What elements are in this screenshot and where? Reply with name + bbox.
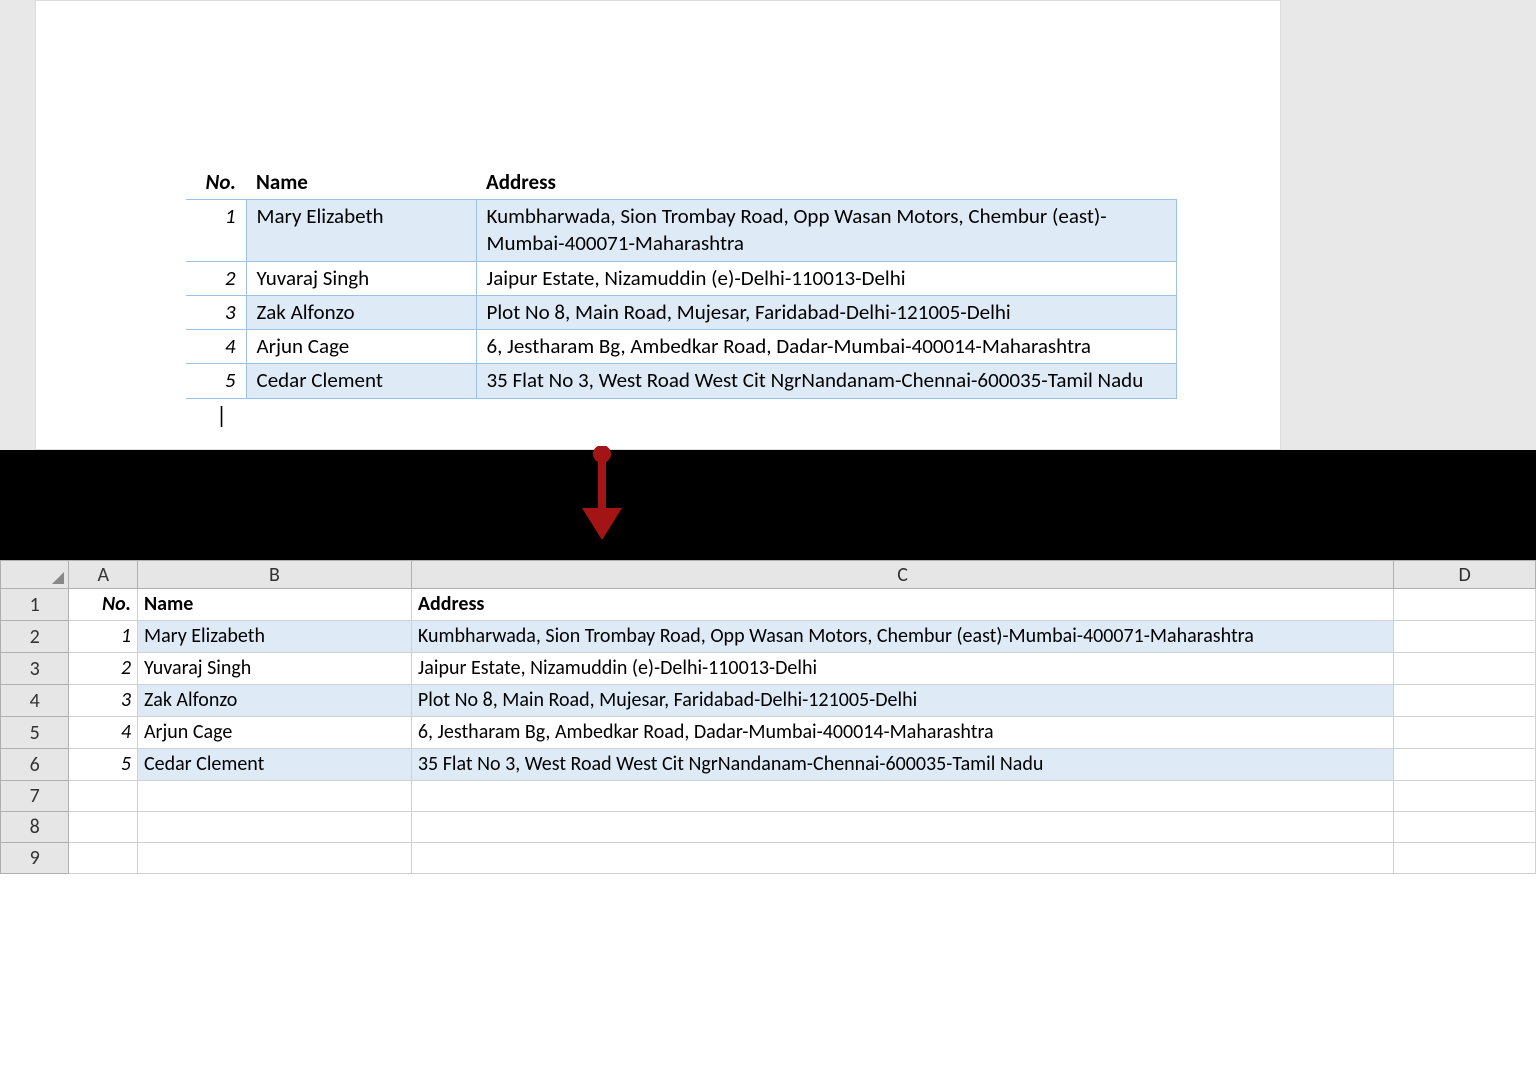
column-header-a[interactable]: A — [69, 561, 137, 589]
excel-cell-header-no[interactable]: No. — [69, 589, 137, 621]
row-header[interactable]: 4 — [1, 685, 69, 717]
excel-cell-header-address[interactable]: Address — [411, 589, 1393, 621]
word-cell-no: 4 — [186, 330, 246, 364]
table-row: 8 — [1, 812, 1536, 843]
word-cell-no: 1 — [186, 200, 246, 262]
column-header-b[interactable]: B — [137, 561, 411, 589]
excel-cell[interactable] — [137, 843, 411, 874]
excel-cell[interactable] — [1394, 653, 1536, 685]
excel-cell[interactable] — [69, 843, 137, 874]
row-header[interactable]: 3 — [1, 653, 69, 685]
word-cell-address: Kumbharwada, Sion Trombay Road, Opp Wasa… — [476, 200, 1176, 262]
word-cell-address: 6, Jestharam Bg, Ambedkar Road, Dadar-Mu… — [476, 330, 1176, 364]
excel-cell-address[interactable]: Kumbharwada, Sion Trombay Road, Opp Wasa… — [411, 621, 1393, 653]
word-cell-address: Jaipur Estate, Nizamuddin (e)-Delhi-1100… — [476, 261, 1176, 295]
excel-cell-no[interactable]: 4 — [69, 717, 137, 749]
excel-cell-name[interactable]: Yuvaraj Singh — [137, 653, 411, 685]
excel-grid[interactable]: A B C D 1 No. Name Address 2 1 Mary Eliz… — [0, 560, 1536, 874]
word-cell-name: Cedar Clement — [246, 364, 476, 398]
excel-cell-header-name[interactable]: Name — [137, 589, 411, 621]
text-cursor: | — [216, 401, 227, 430]
excel-cell[interactable] — [1394, 749, 1536, 781]
table-row: 4 3 Zak Alfonzo Plot No 8, Main Road, Mu… — [1, 685, 1536, 717]
table-row: 5 4 Arjun Cage 6, Jestharam Bg, Ambedkar… — [1, 717, 1536, 749]
excel-cell[interactable] — [411, 812, 1393, 843]
table-row: 7 — [1, 781, 1536, 812]
excel-cell-name[interactable]: Cedar Clement — [137, 749, 411, 781]
table-row: 2 Yuvaraj Singh Jaipur Estate, Nizamuddi… — [186, 261, 1176, 295]
excel-cell[interactable] — [1394, 589, 1536, 621]
row-header[interactable]: 2 — [1, 621, 69, 653]
word-cell-name: Mary Elizabeth — [246, 200, 476, 262]
excel-cell-no[interactable]: 1 — [69, 621, 137, 653]
row-header[interactable]: 1 — [1, 589, 69, 621]
word-cell-address: Plot No 8, Main Road, Mujesar, Faridabad… — [476, 295, 1176, 329]
word-cell-name: Yuvaraj Singh — [246, 261, 476, 295]
excel-cell-address[interactable]: Plot No 8, Main Road, Mujesar, Faridabad… — [411, 685, 1393, 717]
excel-cell[interactable] — [1394, 843, 1536, 874]
excel-cell[interactable] — [69, 812, 137, 843]
select-all-corner[interactable] — [1, 561, 69, 589]
excel-cell-no[interactable]: 5 — [69, 749, 137, 781]
excel-cell[interactable] — [1394, 812, 1536, 843]
excel-cell[interactable] — [1394, 781, 1536, 812]
word-cell-name: Zak Alfonzo — [246, 295, 476, 329]
excel-cell-name[interactable]: Arjun Cage — [137, 717, 411, 749]
excel-cell[interactable] — [137, 781, 411, 812]
table-row: 3 Zak Alfonzo Plot No 8, Main Road, Muje… — [186, 295, 1176, 329]
table-row: 5 Cedar Clement 35 Flat No 3, West Road … — [186, 364, 1176, 398]
table-row: 1 No. Name Address — [1, 589, 1536, 621]
table-row: 2 1 Mary Elizabeth Kumbharwada, Sion Tro… — [1, 621, 1536, 653]
excel-cell[interactable] — [411, 781, 1393, 812]
excel-cell-address[interactable]: 6, Jestharam Bg, Ambedkar Road, Dadar-Mu… — [411, 717, 1393, 749]
table-row: 4 Arjun Cage 6, Jestharam Bg, Ambedkar R… — [186, 330, 1176, 364]
excel-cell[interactable] — [1394, 717, 1536, 749]
separator-band — [0, 450, 1536, 560]
word-table: No. Name Address 1 Mary Elizabeth Kumbha… — [186, 165, 1177, 399]
table-row: 3 2 Yuvaraj Singh Jaipur Estate, Nizamud… — [1, 653, 1536, 685]
excel-cell-name[interactable]: Mary Elizabeth — [137, 621, 411, 653]
column-header-d[interactable]: D — [1394, 561, 1536, 589]
excel-cell[interactable] — [137, 812, 411, 843]
table-row: 9 — [1, 843, 1536, 874]
excel-cell-name[interactable]: Zak Alfonzo — [137, 685, 411, 717]
excel-cell-address[interactable]: Jaipur Estate, Nizamuddin (e)-Delhi-1100… — [411, 653, 1393, 685]
excel-cell-address[interactable]: 35 Flat No 3, West Road West Cit NgrNand… — [411, 749, 1393, 781]
table-row: 1 Mary Elizabeth Kumbharwada, Sion Tromb… — [186, 200, 1176, 262]
column-header-c[interactable]: C — [411, 561, 1393, 589]
excel-cell[interactable] — [1394, 685, 1536, 717]
word-header-name: Name — [246, 165, 476, 200]
arrow-down-icon — [572, 446, 632, 546]
row-header[interactable]: 9 — [1, 843, 69, 874]
excel-cell-no[interactable]: 2 — [69, 653, 137, 685]
word-cell-no: 2 — [186, 261, 246, 295]
row-header[interactable]: 5 — [1, 717, 69, 749]
word-cell-name: Arjun Cage — [246, 330, 476, 364]
word-document-panel: No. Name Address 1 Mary Elizabeth Kumbha… — [0, 0, 1536, 450]
excel-cell[interactable] — [69, 781, 137, 812]
word-header-address: Address — [476, 165, 1176, 200]
row-header[interactable]: 8 — [1, 812, 69, 843]
word-cell-no: 5 — [186, 364, 246, 398]
excel-cell-no[interactable]: 3 — [69, 685, 137, 717]
excel-cell[interactable] — [1394, 621, 1536, 653]
excel-cell[interactable] — [411, 843, 1393, 874]
row-header[interactable]: 6 — [1, 749, 69, 781]
row-header[interactable]: 7 — [1, 781, 69, 812]
word-header-no: No. — [186, 165, 246, 200]
table-row: 6 5 Cedar Clement 35 Flat No 3, West Roa… — [1, 749, 1536, 781]
word-cell-no: 3 — [186, 295, 246, 329]
word-page: No. Name Address 1 Mary Elizabeth Kumbha… — [35, 0, 1281, 450]
excel-panel: A B C D 1 No. Name Address 2 1 Mary Eliz… — [0, 560, 1536, 1067]
word-cell-address: 35 Flat No 3, West Road West Cit NgrNand… — [476, 364, 1176, 398]
